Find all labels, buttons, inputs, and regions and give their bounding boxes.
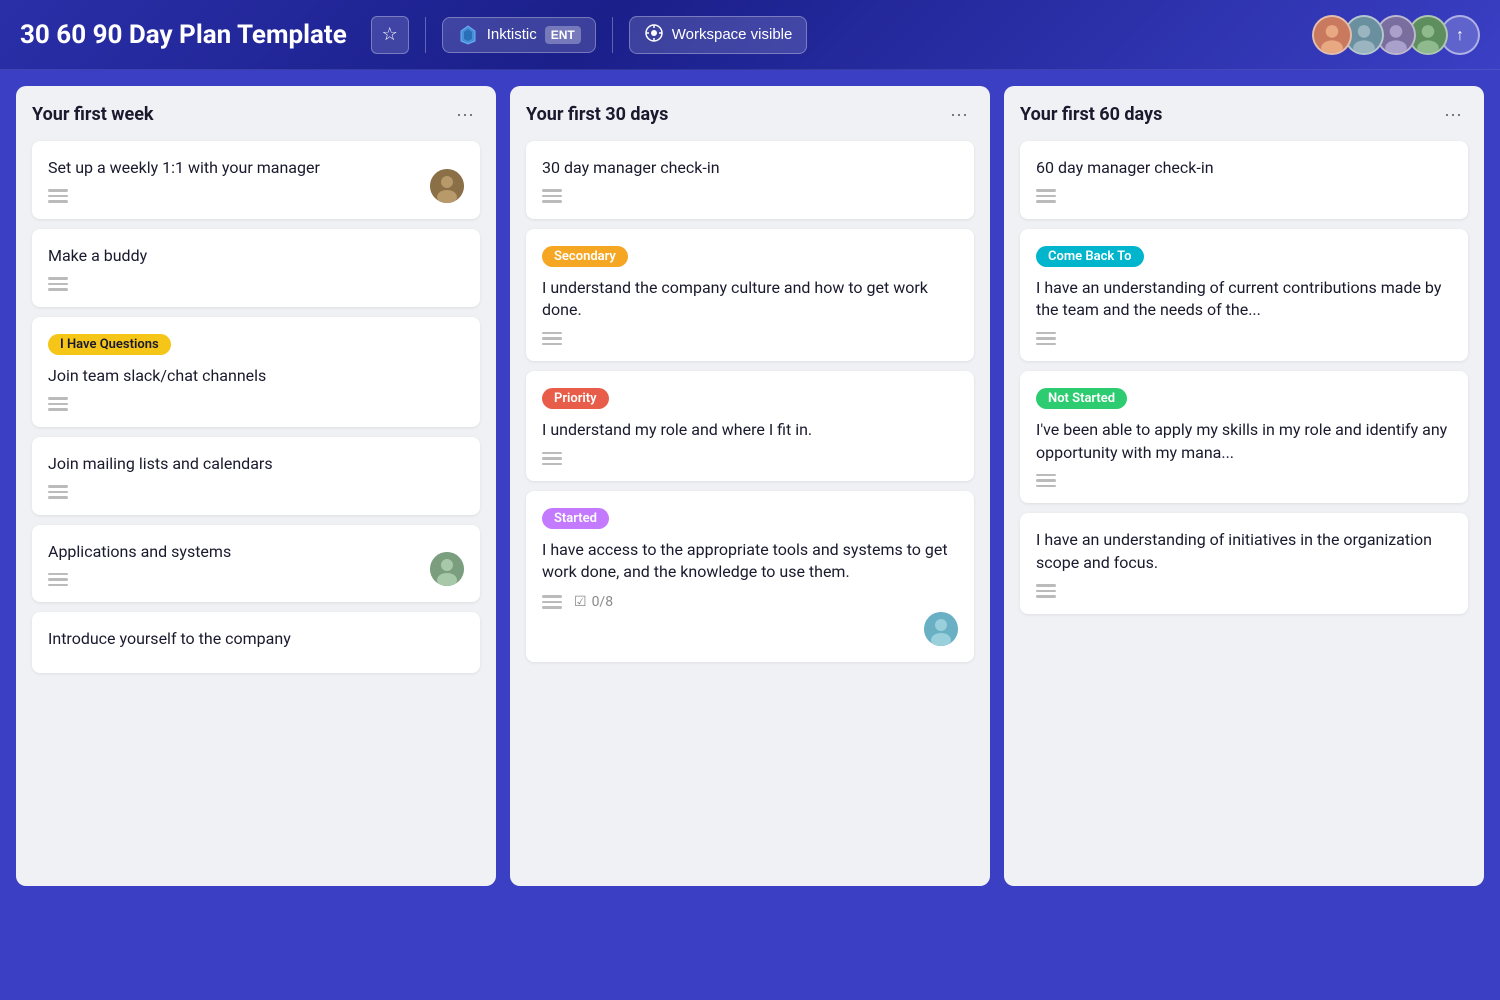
visibility-label: Workspace visible <box>672 26 793 43</box>
card-title: Applications and systems <box>48 541 464 563</box>
card-description-icon <box>542 189 958 203</box>
card-title: 30 day manager check-in <box>542 157 958 179</box>
column-menu-button[interactable]: ··· <box>450 102 480 127</box>
card[interactable]: Priority I understand my role and where … <box>526 371 974 481</box>
card-description-icon <box>48 189 464 203</box>
card-badge: Priority <box>542 388 609 409</box>
card-footer: ☑ 0/8 <box>542 594 958 610</box>
header: 30 60 90 Day Plan Template ☆ Inktistic E… <box>0 0 1500 70</box>
column-menu-button[interactable]: ··· <box>1438 102 1468 127</box>
upload-icon: ↑ <box>1456 25 1464 45</box>
card-title: I understand my role and where I fit in. <box>542 419 958 441</box>
card-description-icon <box>1036 332 1452 346</box>
board-area: Your first week ··· Set up a weekly 1:1 … <box>0 70 1500 1000</box>
card[interactable]: Introduce yourself to the company <box>32 612 480 672</box>
header-avatars: ↑ <box>1312 15 1480 55</box>
card-title: I've been able to apply my skills in my … <box>1036 419 1452 464</box>
card-description-icon <box>48 397 464 411</box>
card-title: 60 day manager check-in <box>1036 157 1452 179</box>
card-description-icon <box>1036 584 1452 598</box>
card-description-icon <box>542 595 562 609</box>
card-description-icon <box>48 277 464 291</box>
header-divider <box>425 17 426 53</box>
card-title: Introduce yourself to the company <box>48 628 464 650</box>
column-title: Your first week <box>32 104 154 125</box>
column-header: Your first 60 days ··· <box>1020 102 1468 127</box>
avatar-image <box>1314 15 1350 55</box>
card-title: I have access to the appropriate tools a… <box>542 539 958 584</box>
card[interactable]: Join mailing lists and calendars <box>32 437 480 515</box>
workspace-button[interactable]: Inktistic ENT <box>442 17 596 53</box>
page-title: 30 60 90 Day Plan Template <box>20 20 347 50</box>
card-title: I have an understanding of initiatives i… <box>1036 529 1452 574</box>
card[interactable]: Come Back To I have an understanding of … <box>1020 229 1468 361</box>
inktistic-logo-icon <box>457 24 479 46</box>
workspace-name: Inktistic <box>487 26 537 43</box>
card-description-icon <box>48 573 464 587</box>
column-first-30: Your first 30 days ··· 30 day manager ch… <box>510 86 990 886</box>
card-description-icon <box>48 485 464 499</box>
visibility-button[interactable]: Workspace visible <box>629 16 808 54</box>
card[interactable]: Not Started I've been able to apply my s… <box>1020 371 1468 503</box>
star-icon: ☆ <box>382 24 398 45</box>
card-title: Join team slack/chat channels <box>48 365 464 387</box>
avatar[interactable] <box>1312 15 1352 55</box>
card[interactable]: I Have Questions Join team slack/chat ch… <box>32 317 480 427</box>
column-menu-button[interactable]: ··· <box>944 102 974 127</box>
card-badge: I Have Questions <box>48 334 171 355</box>
card-badge: Secondary <box>542 246 628 267</box>
star-button[interactable]: ☆ <box>371 16 409 54</box>
card-checklist: ☑ 0/8 <box>574 594 613 610</box>
card-description-icon <box>1036 189 1452 203</box>
card-title: Make a buddy <box>48 245 464 267</box>
column-header: Your first 30 days ··· <box>526 102 974 127</box>
card-title: I understand the company culture and how… <box>542 277 958 322</box>
checklist-count: 0/8 <box>592 594 614 610</box>
card-title: Set up a weekly 1:1 with your manager <box>48 157 464 179</box>
card-assignee-avatar <box>430 169 464 203</box>
column-header: Your first week ··· <box>32 102 480 127</box>
card[interactable]: 30 day manager check-in <box>526 141 974 219</box>
column-title: Your first 60 days <box>1020 104 1162 125</box>
card-badge: Come Back To <box>1036 246 1144 267</box>
column-title: Your first 30 days <box>526 104 668 125</box>
checklist-icon: ☑ <box>574 594 587 610</box>
column-first-60: Your first 60 days ··· 60 day manager ch… <box>1004 86 1484 886</box>
card-title: I have an understanding of current contr… <box>1036 277 1452 322</box>
card-badge: Not Started <box>1036 388 1127 409</box>
card-description-icon <box>542 332 958 346</box>
card[interactable]: Make a buddy <box>32 229 480 307</box>
workspace-badge: ENT <box>545 26 581 44</box>
card-title: Join mailing lists and calendars <box>48 453 464 475</box>
card[interactable]: Set up a weekly 1:1 with your manager <box>32 141 480 219</box>
card[interactable]: Started I have access to the appropriate… <box>526 491 974 662</box>
card[interactable]: I have an understanding of initiatives i… <box>1020 513 1468 613</box>
visibility-icon <box>644 23 664 47</box>
card-assignee-avatar <box>924 612 958 646</box>
card-description-icon <box>542 452 958 466</box>
card[interactable]: Applications and systems <box>32 525 480 603</box>
card[interactable]: 60 day manager check-in <box>1020 141 1468 219</box>
card[interactable]: Secondary I understand the company cultu… <box>526 229 974 361</box>
card-badge: Started <box>542 508 609 529</box>
column-first-week: Your first week ··· Set up a weekly 1:1 … <box>16 86 496 886</box>
card-description-icon <box>1036 474 1452 488</box>
header-divider-2 <box>612 17 613 53</box>
